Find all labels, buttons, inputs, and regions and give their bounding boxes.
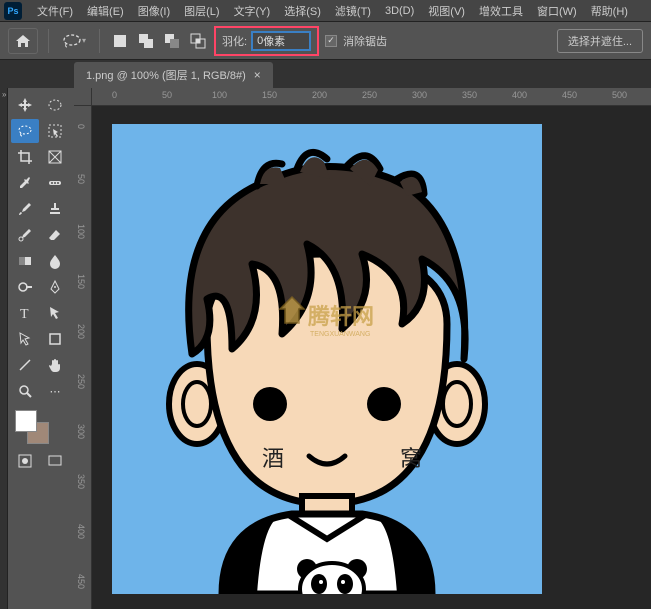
- more-tools[interactable]: ⋯: [41, 379, 69, 403]
- lasso-tool[interactable]: [11, 119, 39, 143]
- type-tool[interactable]: T: [11, 301, 39, 325]
- svg-text:TENGXUANWANG: TENGXUANWANG: [310, 331, 370, 338]
- stamp-tool[interactable]: [41, 197, 69, 221]
- eyedropper-tool[interactable]: [11, 171, 39, 195]
- app-logo: Ps: [4, 2, 22, 20]
- line-tool[interactable]: [11, 353, 39, 377]
- menu-type[interactable]: 文字(Y): [227, 1, 278, 21]
- frame-tool[interactable]: [41, 145, 69, 169]
- svg-text:腾轩网: 腾轩网: [308, 304, 374, 329]
- blur-tool[interactable]: [41, 249, 69, 273]
- selection-new[interactable]: [110, 31, 130, 51]
- move-tool[interactable]: [11, 93, 39, 117]
- menu-plugins[interactable]: 增效工具: [472, 1, 530, 21]
- tab-title: 1.png @ 100% (图层 1, RGB/8#): [86, 67, 246, 83]
- home-button[interactable]: [8, 28, 38, 54]
- svg-text:窝: 窝: [400, 446, 422, 471]
- svg-text:T: T: [20, 307, 29, 321]
- document-tab[interactable]: 1.png @ 100% (图层 1, RGB/8#) ×: [74, 62, 273, 88]
- object-select-tool[interactable]: [41, 119, 69, 143]
- feather-highlight: 羽化: 0像素: [214, 26, 319, 56]
- path-select-tool[interactable]: [41, 301, 69, 325]
- selection-intersect[interactable]: [188, 31, 208, 51]
- ruler-origin[interactable]: [74, 88, 92, 106]
- history-brush-tool[interactable]: [11, 223, 39, 247]
- hand-tool[interactable]: [41, 353, 69, 377]
- expand-icon[interactable]: »: [0, 88, 7, 101]
- document-canvas[interactable]: 酒 窝 腾轩网: [112, 124, 542, 594]
- zoom-tool[interactable]: [11, 379, 39, 403]
- menu-edit[interactable]: 编辑(E): [80, 1, 131, 21]
- color-swatches: [10, 406, 72, 448]
- crop-tool[interactable]: [11, 145, 39, 169]
- menu-layer[interactable]: 图层(L): [177, 1, 226, 21]
- menu-bar: Ps 文件(F) 编辑(E) 图像(I) 图层(L) 文字(Y) 选择(S) 滤…: [0, 0, 651, 22]
- canvas-area: 050100150200250300350400450500 050100150…: [74, 88, 651, 609]
- healing-tool[interactable]: [41, 171, 69, 195]
- lasso-tool-indicator[interactable]: ▾: [59, 28, 89, 54]
- foreground-color[interactable]: [15, 410, 37, 432]
- marquee-tool[interactable]: [41, 93, 69, 117]
- feather-input[interactable]: 0像素: [251, 31, 311, 51]
- menu-view[interactable]: 视图(V): [421, 1, 472, 21]
- pen-tool[interactable]: [41, 275, 69, 299]
- menu-3d[interactable]: 3D(D): [378, 3, 421, 19]
- ruler-horizontal[interactable]: 050100150200250300350400450500: [92, 88, 651, 106]
- left-panel-collapsed[interactable]: »: [0, 88, 8, 609]
- quickmask-toggle[interactable]: [11, 449, 39, 473]
- feather-label: 羽化:: [222, 33, 247, 49]
- menu-filter[interactable]: 滤镜(T): [328, 1, 378, 21]
- direct-select-tool[interactable]: [11, 327, 39, 351]
- menu-window[interactable]: 窗口(W): [530, 1, 584, 21]
- brush-tool[interactable]: [11, 197, 39, 221]
- antialias-label: 消除锯齿: [343, 33, 387, 49]
- document-tabs: 1.png @ 100% (图层 1, RGB/8#) ×: [0, 60, 651, 88]
- toolbox: T ⋯: [8, 88, 74, 609]
- dodge-tool[interactable]: [11, 275, 39, 299]
- ruler-vertical[interactable]: 050100150200250300350400450: [74, 106, 92, 609]
- select-and-mask-button[interactable]: 选择并遮住...: [557, 29, 643, 53]
- menu-help[interactable]: 帮助(H): [584, 1, 635, 21]
- svg-text:酒: 酒: [262, 446, 284, 471]
- eraser-tool[interactable]: [41, 223, 69, 247]
- selection-subtract[interactable]: [162, 31, 182, 51]
- gradient-tool[interactable]: [11, 249, 39, 273]
- selection-add[interactable]: [136, 31, 156, 51]
- antialias-checkbox[interactable]: ✓: [325, 35, 337, 47]
- menu-select[interactable]: 选择(S): [277, 1, 328, 21]
- options-bar: ▾ 羽化: 0像素 ✓ 消除锯齿 选择并遮住...: [0, 22, 651, 60]
- screenmode-toggle[interactable]: [41, 449, 69, 473]
- menu-image[interactable]: 图像(I): [131, 1, 177, 21]
- cartoon-avatar: 酒 窝 腾轩网: [112, 124, 542, 594]
- close-icon[interactable]: ×: [254, 68, 261, 82]
- menu-file[interactable]: 文件(F): [30, 1, 80, 21]
- shape-tool[interactable]: [41, 327, 69, 351]
